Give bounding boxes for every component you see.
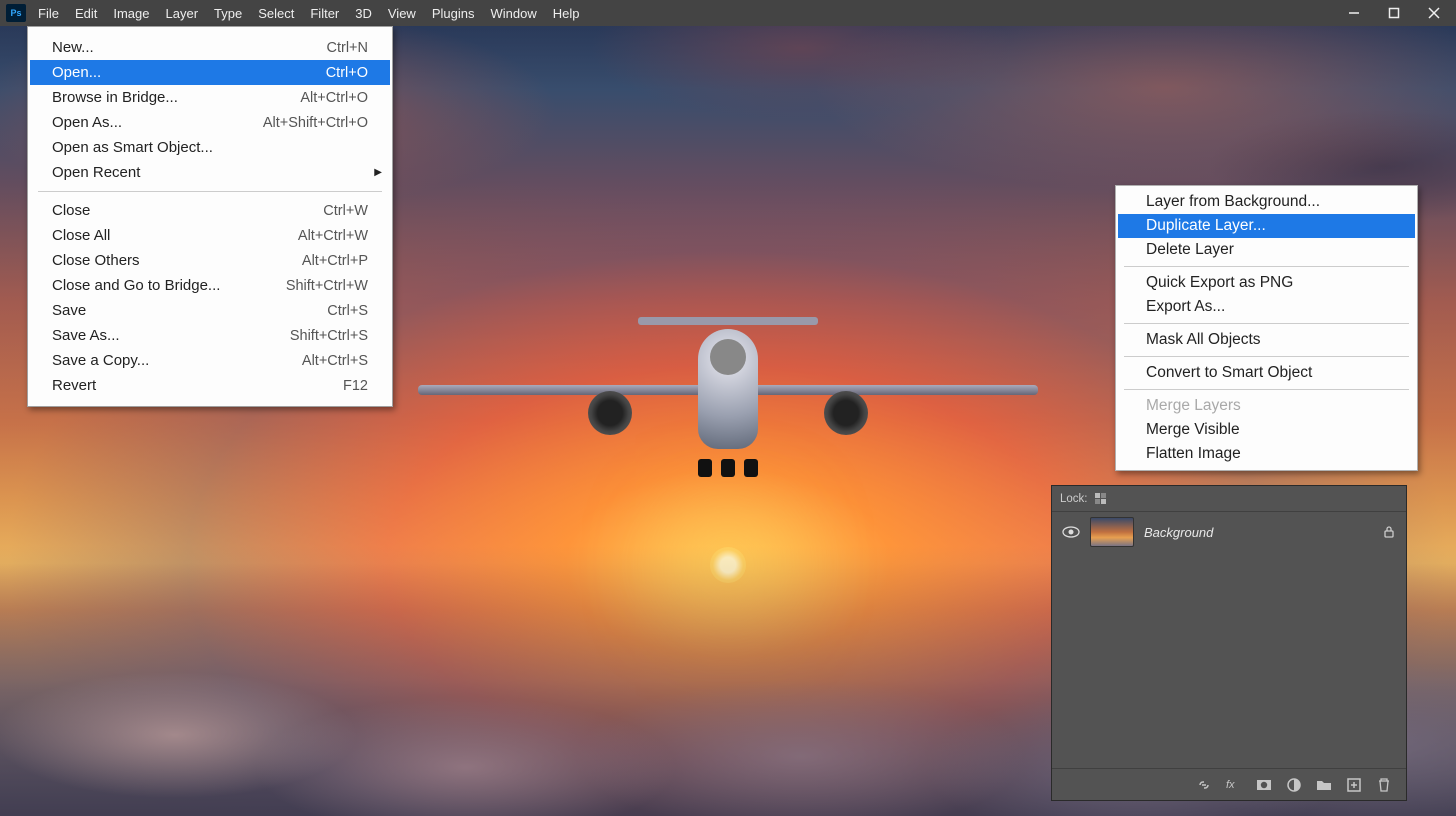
file-menu-item-browse-in-bridge[interactable]: Browse in Bridge... Alt+Ctrl+O — [30, 85, 390, 110]
menu-item-label: Close All — [52, 227, 110, 244]
menu-item-label: Close and Go to Bridge... — [52, 277, 220, 294]
menu-item-label: Browse in Bridge... — [52, 89, 178, 106]
adjustment-layer-icon[interactable] — [1286, 777, 1302, 793]
menu-item-label: Open Recent — [52, 164, 140, 181]
file-menu-item-save-a-copy[interactable]: Save a Copy... Alt+Ctrl+S — [30, 348, 390, 373]
menu-item-shortcut: Shift+Ctrl+W — [286, 278, 368, 294]
file-menu-item-close-all[interactable]: Close All Alt+Ctrl+W — [30, 223, 390, 248]
layers-panel: Lock: Background fx — [1051, 485, 1407, 801]
file-menu-item-open[interactable]: Open... Ctrl+O — [30, 60, 390, 85]
menu-edit[interactable]: Edit — [67, 2, 105, 25]
menu-item-shortcut: F12 — [343, 378, 368, 394]
menu-item-shortcut: Ctrl+N — [327, 40, 369, 56]
lock-label: Lock: — [1060, 493, 1088, 505]
file-menu-item-close[interactable]: Close Ctrl+W — [30, 198, 390, 223]
menu-item-label: Save — [52, 302, 86, 319]
menu-item-shortcut: Alt+Shift+Ctrl+O — [263, 115, 368, 131]
menu-item-label: Save a Copy... — [52, 352, 149, 369]
menu-item-label: Close Others — [52, 252, 140, 269]
menu-select[interactable]: Select — [250, 2, 302, 25]
file-menu-item-save[interactable]: Save Ctrl+S — [30, 298, 390, 323]
lock-icon — [1382, 525, 1396, 539]
layer-thumbnail[interactable] — [1090, 517, 1134, 547]
layer-name-label: Background — [1144, 525, 1372, 540]
menu-item-label: New... — [52, 39, 94, 56]
layer-context-menu: Layer from Background...Duplicate Layer.… — [1115, 185, 1418, 471]
menu-item-shortcut: Alt+Ctrl+S — [302, 353, 368, 369]
menu-item-shortcut: Shift+Ctrl+S — [290, 328, 368, 344]
context-menu-item-layer-from-background[interactable]: Layer from Background... — [1118, 190, 1415, 214]
file-menu-item-open-as[interactable]: Open As... Alt+Shift+Ctrl+O — [30, 110, 390, 135]
window-close-button[interactable] — [1414, 3, 1454, 23]
link-layers-icon[interactable] — [1196, 777, 1212, 793]
menu-item-label: Open As... — [52, 114, 122, 131]
file-menu-item-close-others[interactable]: Close Others Alt+Ctrl+P — [30, 248, 390, 273]
context-menu-item-merge-layers: Merge Layers — [1118, 394, 1415, 418]
layers-panel-footer: fx — [1052, 768, 1406, 800]
context-menu-item-convert-to-smart-object[interactable]: Convert to Smart Object — [1118, 361, 1415, 385]
layers-lock-row: Lock: — [1052, 486, 1406, 512]
layer-effects-icon[interactable]: fx — [1226, 777, 1242, 793]
context-menu-item-delete-layer[interactable]: Delete Layer — [1118, 238, 1415, 262]
file-menu-item-close-and-go-to-bridge[interactable]: Close and Go to Bridge... Shift+Ctrl+W — [30, 273, 390, 298]
menu-item-label: Open... — [52, 64, 101, 81]
context-menu-item-quick-export-as-png[interactable]: Quick Export as PNG — [1118, 271, 1415, 295]
menu-item-label: Save As... — [52, 327, 120, 344]
airplane-image — [698, 329, 758, 449]
menu-file[interactable]: File — [30, 2, 67, 25]
add-mask-icon[interactable] — [1256, 777, 1272, 793]
menu-view[interactable]: View — [380, 2, 424, 25]
menu-item-shortcut: Alt+Ctrl+P — [302, 253, 368, 269]
context-menu-item-flatten-image[interactable]: Flatten Image — [1118, 442, 1415, 466]
menu-item-shortcut: Ctrl+O — [326, 65, 368, 81]
menu-plugins[interactable]: Plugins — [424, 2, 483, 25]
menu-item-shortcut: Alt+Ctrl+W — [298, 228, 368, 244]
menubar: Ps File Edit Image Layer Type Select Fil… — [0, 0, 1456, 26]
menu-item-label: Open as Smart Object... — [52, 139, 213, 156]
menu-separator — [1124, 356, 1409, 357]
context-menu-item-export-as[interactable]: Export As... — [1118, 295, 1415, 319]
window-minimize-button[interactable] — [1334, 3, 1374, 23]
menu-3d[interactable]: 3D — [347, 2, 380, 25]
menu-item-label: Close — [52, 202, 90, 219]
lock-transparent-pixels-icon[interactable] — [1094, 492, 1108, 506]
menu-item-shortcut: Alt+Ctrl+O — [300, 90, 368, 106]
menu-separator — [38, 191, 382, 192]
new-layer-icon[interactable] — [1346, 777, 1362, 793]
menu-item-shortcut: Ctrl+W — [323, 203, 368, 219]
layer-visibility-icon[interactable] — [1062, 525, 1080, 539]
layer-row-background[interactable]: Background — [1052, 512, 1406, 552]
file-menu-dropdown: New... Ctrl+N Open... Ctrl+O Browse in Bridg… — [27, 26, 393, 407]
submenu-arrow-icon: ▶ — [374, 167, 382, 178]
file-menu-item-new[interactable]: New... Ctrl+N — [30, 35, 390, 60]
context-menu-item-mask-all-objects[interactable]: Mask All Objects — [1118, 328, 1415, 352]
menu-window[interactable]: Window — [482, 2, 544, 25]
context-menu-item-duplicate-layer[interactable]: Duplicate Layer... — [1118, 214, 1415, 238]
file-menu-item-save-as[interactable]: Save As... Shift+Ctrl+S — [30, 323, 390, 348]
delete-layer-icon[interactable] — [1376, 777, 1392, 793]
menu-filter[interactable]: Filter — [302, 2, 347, 25]
group-layers-icon[interactable] — [1316, 777, 1332, 793]
menu-help[interactable]: Help — [545, 2, 588, 25]
menu-separator — [1124, 323, 1409, 324]
menu-item-label: Revert — [52, 377, 96, 394]
file-menu-item-revert[interactable]: Revert F12 — [30, 373, 390, 398]
menu-type[interactable]: Type — [206, 2, 250, 25]
context-menu-item-merge-visible[interactable]: Merge Visible — [1118, 418, 1415, 442]
menu-separator — [1124, 266, 1409, 267]
menu-layer[interactable]: Layer — [158, 2, 207, 25]
file-menu-item-open-recent[interactable]: Open Recent ▶ — [30, 160, 390, 185]
menu-separator — [1124, 389, 1409, 390]
window-maximize-button[interactable] — [1374, 3, 1414, 23]
app-logo: Ps — [6, 4, 26, 22]
file-menu-item-open-as-smart-object[interactable]: Open as Smart Object... — [30, 135, 390, 160]
menu-item-shortcut: Ctrl+S — [327, 303, 368, 319]
menu-image[interactable]: Image — [105, 2, 157, 25]
